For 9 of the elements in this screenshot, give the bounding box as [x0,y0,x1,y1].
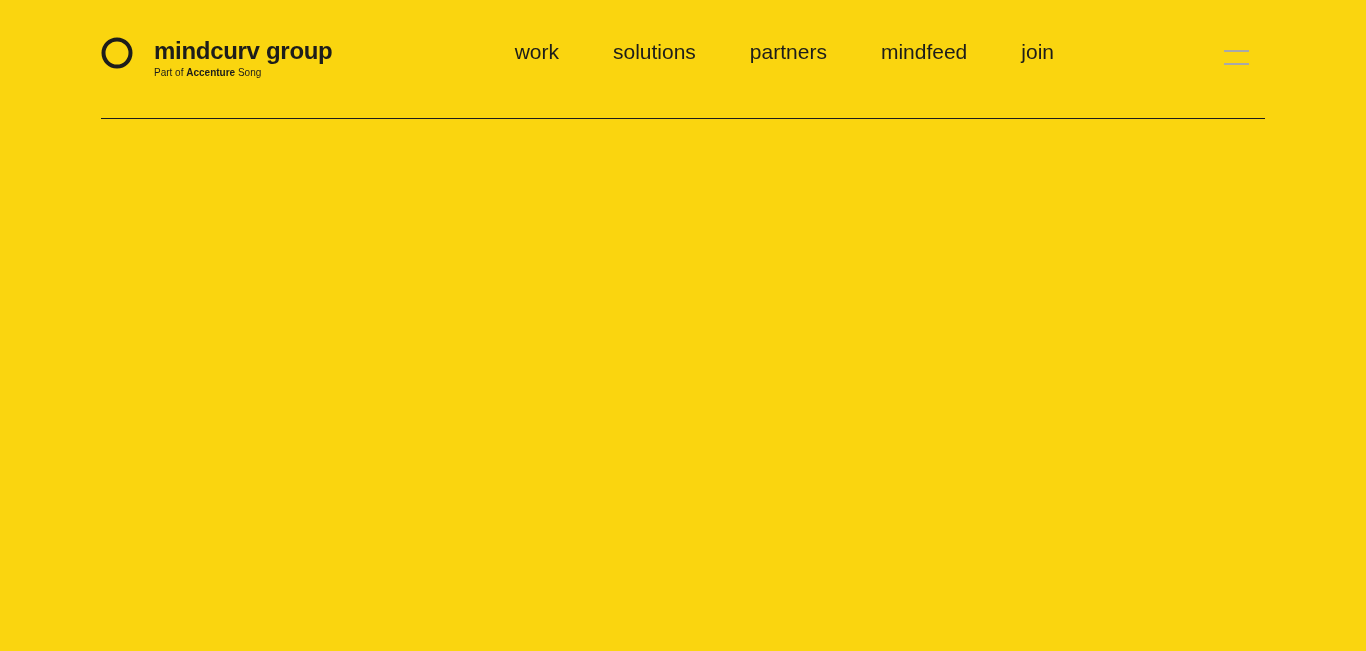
nav-link[interactable]: solutions [612,39,696,65]
brand-name: mindcurv group [154,37,333,65]
nav-link[interactable]: partners [749,39,827,65]
nav-link[interactable]: mindfeed [880,39,968,65]
menu-icon[interactable] [1224,50,1249,65]
circle-logo-icon [101,37,133,69]
nav-link[interactable]: work [514,39,559,65]
nav-link[interactable]: join [1021,39,1054,65]
brand-tagline: Part of Accenture Song [154,66,263,80]
